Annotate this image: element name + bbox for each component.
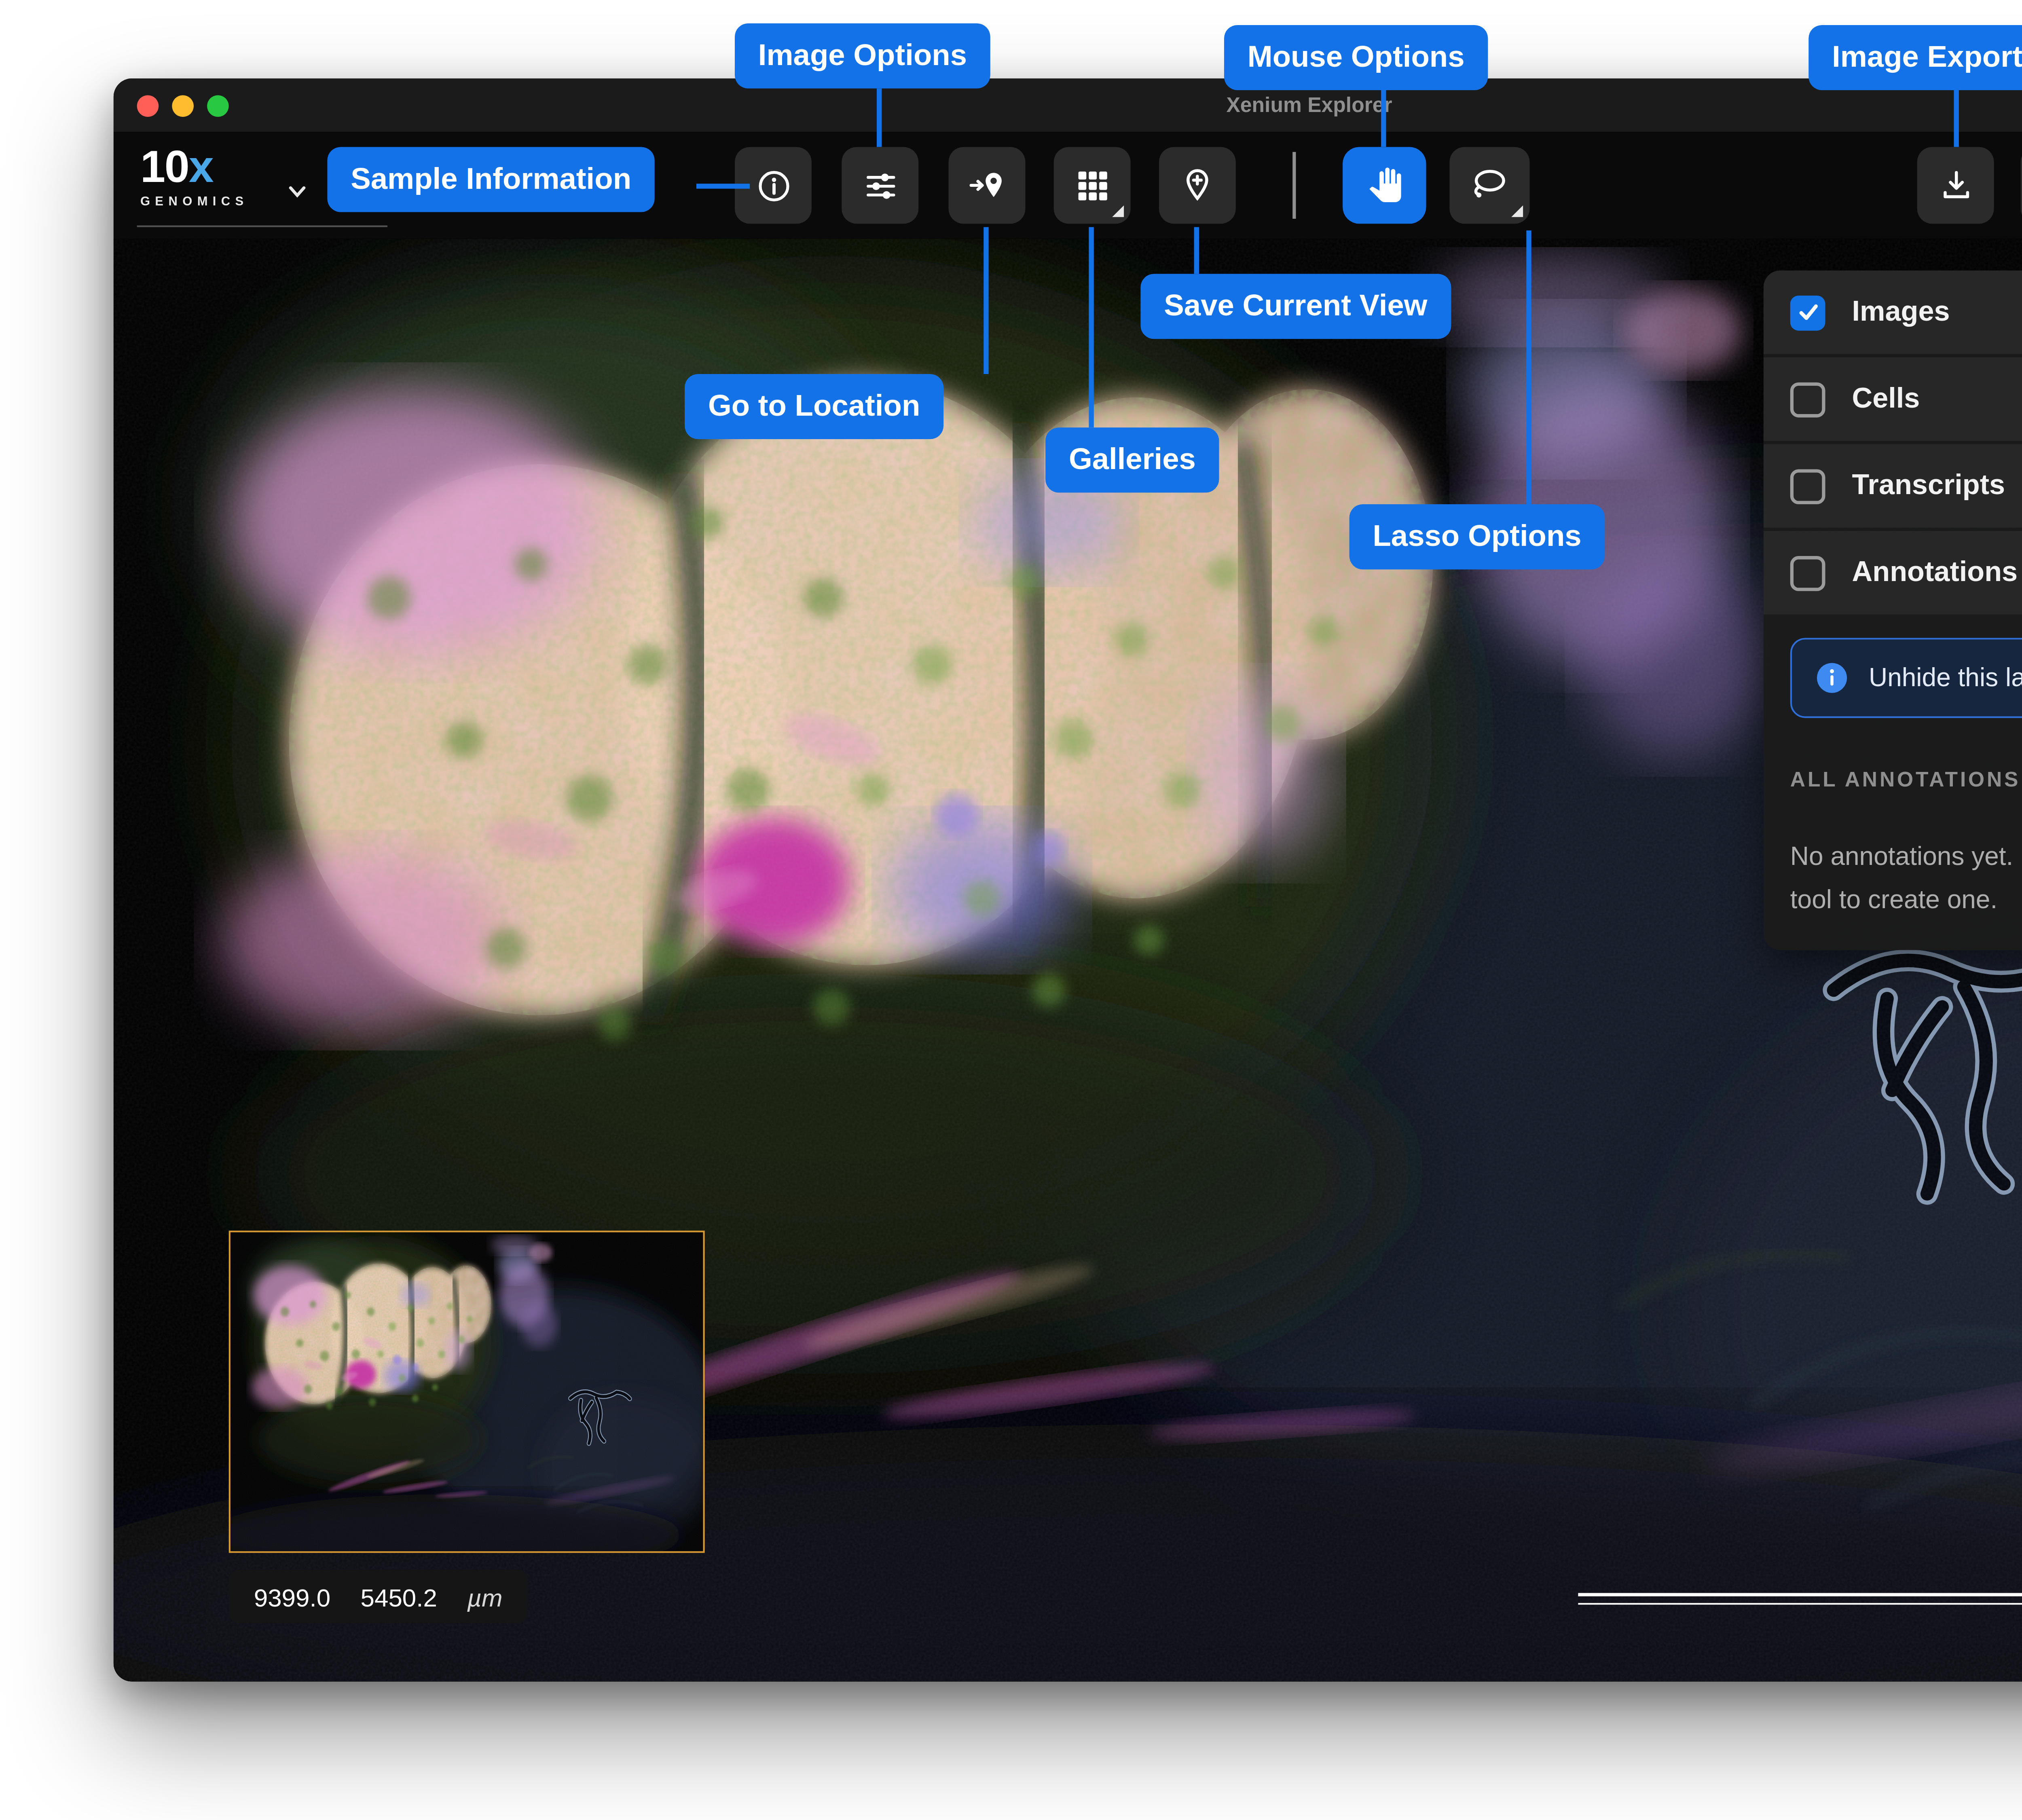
- banner-text: Unhide this layer to view changes: [1869, 663, 2022, 693]
- layer-label: Annotations: [1852, 556, 2022, 590]
- close-window-button[interactable]: [137, 95, 159, 117]
- galleries-button[interactable]: [1054, 147, 1131, 224]
- cursor-coordinates-readout: 9399.0 5450.2 µm: [229, 1570, 528, 1623]
- app-window: Xenium Explorer 10x GENOMICS: [114, 78, 2022, 1681]
- callout-mouse-options: Mouse Options: [1224, 25, 1488, 90]
- coordinate-unit: µm: [467, 1582, 502, 1611]
- lasso-icon: [1470, 165, 1510, 205]
- save-current-view-button[interactable]: [1159, 147, 1236, 224]
- screenshot-stage: Xenium Explorer 10x GENOMICS: [0, 0, 2022, 1820]
- minimap-tissue-image: [231, 1232, 703, 1552]
- transcripts-checkbox[interactable]: [1790, 468, 1825, 503]
- annotations-checkbox[interactable]: [1790, 555, 1825, 590]
- pin-plus-icon: [1177, 165, 1217, 205]
- layer-label: Transcripts: [1852, 469, 2022, 503]
- sample-dropdown-caret-icon[interactable]: [287, 175, 307, 205]
- check-icon: [1796, 300, 1819, 324]
- callout-sample-information: Sample Information: [327, 147, 655, 212]
- sliders-icon: [861, 166, 899, 205]
- download-icon: [1936, 166, 1975, 205]
- zoom-window-button[interactable]: [207, 95, 229, 117]
- mouse-hand-tool-button[interactable]: [1343, 147, 1426, 224]
- info-circle-icon: [1815, 661, 1849, 695]
- scale-bar-label: 5000 µm: [1578, 1617, 2022, 1645]
- cells-checkbox[interactable]: [1790, 382, 1825, 417]
- goto-pin-icon: [967, 165, 1007, 205]
- images-checkbox[interactable]: [1790, 295, 1825, 330]
- callout-galleries: Galleries: [1045, 427, 1219, 493]
- grid-icon: [1074, 167, 1110, 204]
- unhide-layer-banner: Unhide this layer to view changes: [1790, 638, 2022, 718]
- callout-line-galleries: [1089, 227, 1093, 428]
- layers-panel: Images Cells Transcripts: [1764, 271, 2022, 950]
- coordinate-x: 9399.0: [254, 1582, 331, 1611]
- annotations-empty-state: No annotations yet. Import annotations o…: [1790, 835, 2022, 920]
- window-title: Xenium Explorer: [1226, 93, 1392, 117]
- image-options-button[interactable]: [842, 147, 918, 224]
- sample-selector-underline: [137, 225, 387, 227]
- titlebar: Xenium Explorer: [114, 78, 2022, 132]
- layer-label: Cells: [1852, 383, 2022, 416]
- dropdown-corner-icon: [1112, 205, 1124, 217]
- callout-line-sample-information: [696, 184, 750, 188]
- annotations-header: ALL ANNOTATIONS: [1790, 768, 2020, 792]
- traffic-lights: [137, 95, 229, 117]
- layer-row-transcripts[interactable]: Transcripts: [1764, 444, 2022, 527]
- info-icon: [754, 166, 792, 205]
- callout-lasso-options: Lasso Options: [1349, 504, 1605, 569]
- coordinate-y: 5450.2: [361, 1582, 438, 1611]
- annotations-section: ALL ANNOTATIONS Import No annotations ye…: [1764, 718, 2022, 920]
- callout-go-to-location: Go to Location: [685, 374, 943, 439]
- callout-line-image-export: [1954, 90, 1959, 147]
- layer-label: Images: [1852, 296, 2022, 329]
- callout-line-save-current-view: [1194, 227, 1199, 274]
- logo-subtext: GENOMICS: [140, 195, 249, 208]
- layer-row-images[interactable]: Images: [1764, 271, 2022, 354]
- scale-bar: 5000 µm: [1578, 1593, 2022, 1645]
- callout-line-mouse-options: [1381, 90, 1386, 147]
- go-to-location-button[interactable]: [949, 147, 1026, 224]
- logo-brand: 10: [140, 142, 189, 192]
- logo-brand-x: x: [189, 142, 213, 192]
- callout-image-export: Image Export: [1808, 25, 2022, 90]
- layer-row-annotations[interactable]: Annotations: [1764, 531, 2022, 614]
- callout-line-image-options: [877, 89, 882, 147]
- minimize-window-button[interactable]: [172, 95, 194, 117]
- lasso-tool-button[interactable]: [1449, 147, 1529, 224]
- scale-bar-line: [1578, 1593, 2022, 1596]
- callout-line-go-to-location: [984, 227, 988, 374]
- tenx-genomics-logo[interactable]: 10x GENOMICS: [140, 145, 249, 208]
- callout-image-options: Image Options: [735, 23, 990, 89]
- callout-save-current-view: Save Current View: [1140, 274, 1451, 339]
- toolbar-separator: [1292, 152, 1295, 219]
- callout-line-lasso-options: [1526, 230, 1531, 504]
- layer-row-cells[interactable]: Cells: [1764, 357, 2022, 441]
- scale-bar-line: [1578, 1602, 2022, 1605]
- hand-icon: [1365, 166, 1404, 205]
- minimap[interactable]: [229, 1230, 705, 1553]
- image-export-button[interactable]: [1917, 147, 1994, 224]
- dropdown-corner-icon: [1511, 205, 1523, 217]
